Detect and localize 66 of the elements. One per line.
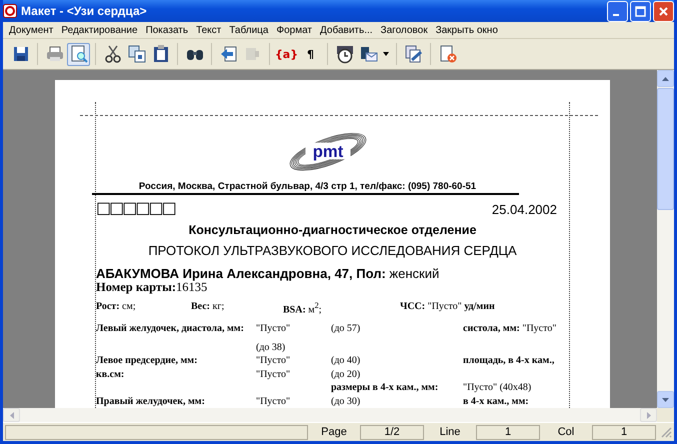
menu-item[interactable]: Заголовок — [376, 24, 432, 36]
app-icon — [3, 4, 17, 18]
table-cell-text: Левое предсердие, мм: — [96, 355, 198, 368]
table-cell-text: площадь, в 4-х кам., — [463, 355, 556, 368]
vital-text: Рост: см; — [96, 300, 137, 314]
vertical-scrollbar[interactable] — [657, 70, 674, 408]
card-number: Номер карты:16135 — [96, 280, 208, 295]
table-cell-text: Правый желудочек, мм: — [96, 396, 206, 408]
menu-item[interactable]: Формат — [272, 24, 316, 36]
table-cell-text: "Пусто" — [256, 368, 292, 381]
table-cell-text: (до 20) — [331, 368, 362, 381]
window-title: Макет - <Узи сердца> — [21, 4, 147, 18]
table-cell-text: "Пусто" — [256, 396, 292, 408]
left-arrow-icon — [10, 412, 14, 418]
scroll-up-button[interactable] — [657, 70, 674, 87]
status-label: Col — [556, 426, 576, 438]
close-button[interactable] — [653, 0, 674, 22]
table-cell-text: в 4-х кам., мм: — [463, 396, 530, 408]
table-cell-text: (до 40) — [331, 355, 362, 368]
field-button[interactable]: {a} — [275, 42, 298, 66]
menu-item[interactable]: Текст — [192, 24, 226, 36]
vital-text: BSA: м$^{2}$; — [283, 300, 323, 315]
placeholder-boxes: □□□□□□ — [96, 198, 175, 217]
menu-item[interactable]: Редактирование — [57, 24, 142, 36]
protocol-title: ПРОТОКОЛ УЛЬТРАЗВУКОВОГО ИССЛЕДОВАНИЯ СЕРДЦА — [147, 242, 518, 258]
patient-line: АБАКУМОВА Ирина Александровна, 47, Пол: женский — [96, 266, 440, 281]
table-cell-text: кв.см: — [96, 368, 126, 381]
print-preview-icon[interactable] — [67, 42, 90, 66]
menu-item[interactable]: Документ — [5, 24, 58, 36]
maximize-button[interactable] — [630, 0, 651, 22]
minimize-icon — [613, 14, 619, 16]
menu-item[interactable]: Закрыть окно — [432, 24, 502, 36]
table-cell-text: "Пусто" — [256, 355, 292, 368]
vital-text: ЧСС: "Пусто" уд/мин — [400, 300, 496, 314]
date-text: 25.04.2002 — [492, 202, 557, 217]
scroll-thumb[interactable] — [657, 88, 674, 210]
up-arrow-icon — [662, 76, 669, 80]
table-cell-text: Левый желудочек, диастола, мм: — [96, 323, 245, 336]
table-cell-text: систола, мм: "Пусто" — [463, 323, 558, 336]
maximize-icon — [635, 6, 646, 16]
address-text: Россия, Москва, Страстной бульвар, 4/3 стр 1, тел/факс: (095) 780-60-51 — [138, 180, 478, 192]
right-arrow-icon — [646, 412, 650, 418]
menu-item[interactable]: Добавить... — [316, 24, 377, 36]
pilcrow-button[interactable]: ¶ — [299, 42, 322, 66]
table-cell-text: (до 30) — [331, 396, 362, 408]
status-value: 1 — [592, 424, 656, 440]
table-cell-text: "Пусто" — [256, 323, 292, 336]
close-icon — [658, 6, 669, 16]
status-value: 1/2 — [360, 424, 424, 440]
table-cell-text: (до 38) — [256, 340, 286, 354]
table-cell-text: "Пусто" (40x48) — [463, 382, 532, 394]
table-cell-text: размеры в 4-х кам., мм: — [331, 382, 440, 394]
down-arrow-icon — [662, 398, 669, 402]
resize-grip-icon[interactable] — [660, 426, 672, 438]
status-label: Page — [320, 426, 348, 438]
caret-icon[interactable] — [383, 52, 389, 56]
table-cell-text: (до 57) — [331, 323, 362, 336]
menu-item[interactable]: Таблица — [225, 24, 272, 36]
status-value: 1 — [476, 424, 540, 440]
minimize-button[interactable] — [607, 0, 628, 22]
status-label: Line — [438, 426, 462, 438]
logo-text: pmt — [312, 142, 343, 161]
vital-text: Вес: кг; — [191, 300, 226, 314]
scroll-down-button[interactable] — [657, 391, 674, 408]
department-heading: Консультационно-диагностическое отделение — [188, 222, 478, 237]
menu-item[interactable]: Показать — [142, 24, 192, 36]
